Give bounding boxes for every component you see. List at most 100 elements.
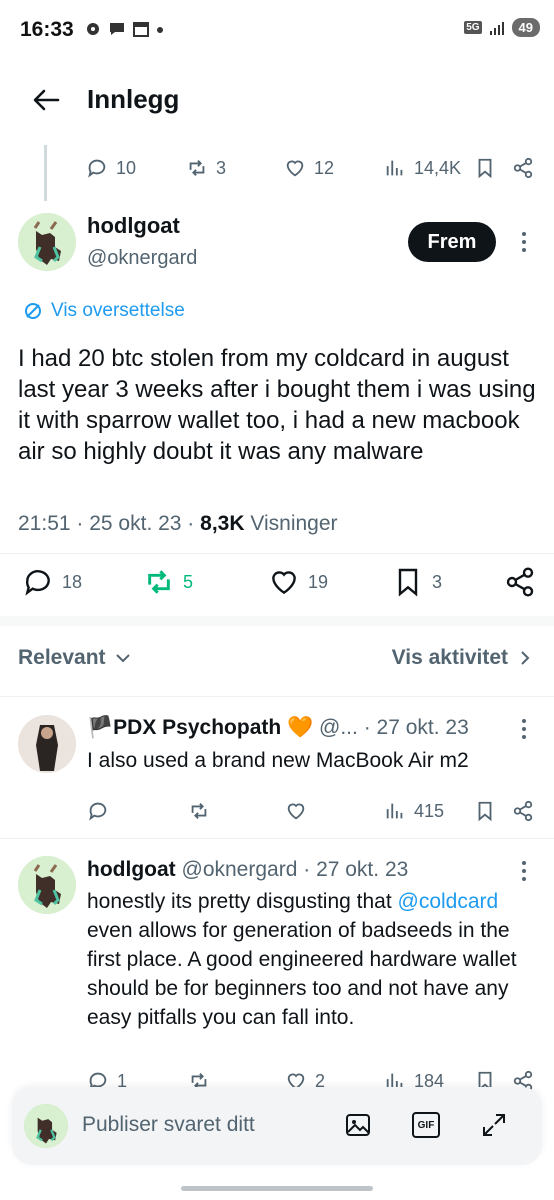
reply-views-button[interactable]: 415 — [384, 800, 444, 822]
gear-icon — [87, 23, 99, 35]
author-handle[interactable]: @oknergard — [87, 247, 197, 270]
signal-icon — [489, 21, 504, 35]
composer-avatar — [24, 1104, 68, 1148]
more-vertical-icon — [522, 861, 526, 881]
gif-button[interactable]: GIF — [412, 1112, 440, 1138]
reply-text: I also used a brand new MacBook Air m2 — [87, 749, 469, 772]
post-meta: 21:51 · 25 okt. 23 · 8,3K Visninger — [18, 512, 338, 535]
reply-button[interactable]: 18 — [22, 566, 82, 598]
goat-avatar-icon — [24, 1104, 68, 1148]
reply-avatar[interactable] — [18, 856, 76, 914]
repost-button[interactable]: 5 — [143, 566, 193, 598]
reply-more-button[interactable] — [516, 718, 532, 740]
reply-share-button[interactable] — [512, 800, 534, 822]
parent-views-count: 14,4K — [414, 157, 462, 178]
reply-date: 27 okt. 23 — [316, 858, 409, 881]
reply-author-name[interactable]: 🏴PDX Psychopath 🧡 — [87, 716, 313, 739]
post-text: I had 20 btc stolen from my coldcard in … — [18, 345, 536, 465]
battery-indicator: 49 — [511, 18, 540, 37]
parent-like-count: 12 — [314, 157, 335, 178]
reply-header: 🏴PDX Psychopath 🧡 @... · 27 okt. 23 — [87, 716, 469, 739]
parent-bookmark-button[interactable] — [474, 157, 496, 179]
post-date: 25 okt. 23 — [89, 512, 182, 535]
dot-icon — [157, 27, 163, 33]
repost-icon — [148, 570, 170, 594]
chat-icon — [110, 23, 124, 35]
author-name[interactable]: hodlgoat — [87, 213, 180, 239]
reply-text-part: even allows for generation of badseeds i… — [87, 919, 517, 1029]
repost-icon — [191, 803, 207, 819]
gif-label: GIF — [417, 1119, 435, 1131]
divider — [0, 553, 554, 554]
reply-avatar[interactable] — [18, 715, 76, 773]
reply-author-handle[interactable]: @oknergard — [182, 858, 298, 881]
composer-input[interactable]: Publiser svaret ditt — [82, 1113, 255, 1137]
sort-label: Relevant — [18, 646, 106, 669]
bookmark-icon — [398, 568, 418, 597]
reply-reply-button[interactable] — [87, 800, 109, 822]
reply-count: 18 — [62, 571, 83, 592]
status-notification-icons — [84, 20, 164, 38]
reply-more-button[interactable] — [516, 860, 532, 882]
reply-repost-button[interactable] — [188, 800, 210, 822]
status-system-icons: 5G 49 — [464, 18, 540, 37]
bookmark-count: 3 — [432, 571, 443, 592]
follow-button[interactable]: Frem — [408, 222, 496, 262]
back-button[interactable] — [30, 84, 62, 116]
analytics-icon — [386, 803, 403, 819]
like-count: 19 — [308, 571, 329, 592]
mention-link[interactable]: @coldcard — [398, 890, 499, 913]
goat-avatar-icon — [18, 213, 76, 271]
parent-repost-button[interactable]: 3 — [186, 157, 226, 179]
share-button[interactable] — [504, 566, 536, 598]
reply-views-count: 415 — [414, 800, 445, 821]
bookmark-button[interactable]: 3 — [392, 566, 442, 598]
reply-author-handle[interactable]: @... — [319, 716, 358, 739]
bookmark-icon — [478, 801, 492, 822]
share-icon — [513, 800, 533, 822]
parent-reply-count: 10 — [116, 157, 137, 178]
like-button[interactable]: 19 — [268, 566, 328, 598]
repost-count: 5 — [183, 571, 194, 592]
heart-icon — [287, 803, 305, 820]
view-activity-link[interactable]: Vis aktivitet — [392, 646, 532, 670]
thread-connector — [44, 145, 47, 201]
parent-reply-button[interactable]: 10 — [86, 157, 136, 179]
parent-repost-count: 3 — [216, 157, 227, 178]
avatar[interactable] — [18, 213, 76, 271]
translate-label: Vis oversettelse — [51, 300, 185, 321]
parent-views-button[interactable]: 14,4K — [384, 157, 461, 179]
image-icon — [346, 1114, 370, 1136]
post-views[interactable]: 8,3K — [200, 512, 244, 535]
share-icon — [513, 157, 533, 179]
divider — [0, 838, 554, 839]
parent-like-button[interactable]: 12 — [284, 157, 334, 179]
heart-icon — [286, 160, 304, 177]
reply-composer[interactable]: Publiser svaret ditt GIF — [12, 1087, 542, 1165]
reply-bookmark-button[interactable] — [474, 800, 496, 822]
reply-like-button[interactable] — [285, 800, 307, 822]
reply-icon — [89, 802, 107, 821]
chevron-right-icon — [521, 651, 530, 665]
expand-composer-button[interactable] — [480, 1111, 508, 1139]
chevron-down-icon — [115, 654, 130, 663]
sort-dropdown[interactable]: Relevant — [18, 646, 132, 670]
translate-link[interactable]: Vis oversettelse — [23, 300, 185, 322]
more-vertical-icon — [522, 719, 526, 739]
reply-author-name[interactable]: hodlgoat — [87, 858, 176, 881]
repost-icon — [189, 160, 205, 176]
heart-icon — [272, 571, 296, 595]
page-title: Innlegg — [87, 84, 180, 114]
add-image-button[interactable] — [344, 1111, 372, 1139]
post-more-button[interactable] — [516, 230, 532, 254]
activity-label: Vis aktivitet — [391, 646, 508, 669]
post-views-label: Visninger — [250, 512, 338, 535]
home-indicator — [181, 1186, 373, 1191]
more-vertical-icon — [522, 232, 526, 252]
share-icon — [506, 567, 534, 597]
person-avatar-icon — [18, 715, 76, 773]
parent-share-button[interactable] — [512, 157, 534, 179]
reply-icon — [88, 159, 106, 178]
reply-header: hodlgoat @oknergard · 27 okt. 23 — [87, 858, 409, 881]
status-time: 16:33 — [20, 18, 74, 41]
